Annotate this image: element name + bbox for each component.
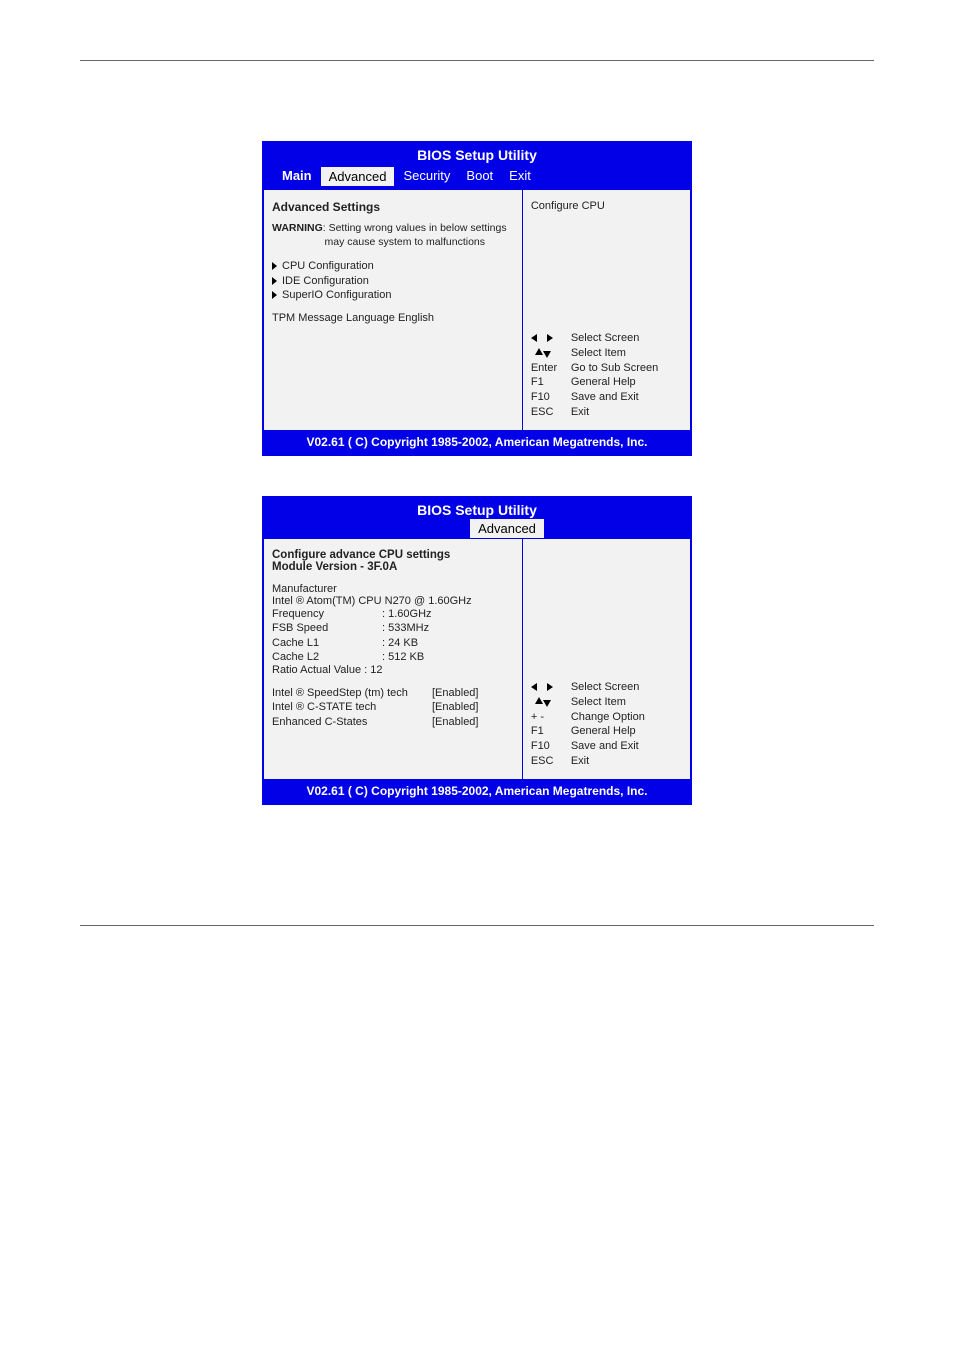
legend-key-f1: F1	[531, 375, 571, 390]
speedstep-label: Intel ® SpeedStep (tm) tech	[272, 686, 432, 700]
cpu-options-block: Intel ® SpeedStep (tm) tech [Enabled] In…	[272, 686, 514, 729]
fsb-label: FSB Speed	[272, 621, 382, 635]
legend-enter: Go to Sub Screen	[571, 361, 658, 376]
help-text: Configure CPU	[531, 200, 682, 212]
bios-body: Configure advance CPU settings Module Ve…	[264, 539, 690, 779]
bios-title: BIOS Setup Utility	[417, 502, 537, 518]
menu-item-ide[interactable]: IDE Configuration	[272, 274, 514, 288]
tab-advanced[interactable]: Advanced	[469, 518, 545, 539]
legend-f10: Save and Exit	[571, 390, 639, 405]
legend-f1: General Help	[571, 375, 636, 390]
l2-label: Cache L2	[272, 650, 382, 664]
advanced-settings-heading: Advanced Settings	[272, 200, 514, 214]
bios-left-pane: Configure advance CPU settings Module Ve…	[264, 539, 523, 779]
tab-boot[interactable]: Boot	[458, 166, 501, 187]
cpu-heading2: Module Version - 3F.0A	[272, 561, 514, 573]
l1-val: : 24 KB	[382, 636, 418, 650]
menu-label-cpu: CPU Configuration	[282, 259, 374, 273]
legend-f1: General Help	[571, 724, 636, 739]
bios-body: Advanced Settings WARNING: Setting wrong…	[264, 190, 690, 430]
horizontal-rule-bottom	[80, 925, 874, 926]
tpm-language-line: TPM Message Language English	[272, 312, 514, 324]
legend-ud: Select Item	[571, 346, 626, 361]
bios-titlebar: BIOS Setup Utility Advanced	[264, 498, 690, 539]
enhc-val: [Enabled]	[432, 715, 478, 729]
warning-line2: may cause system to malfunctions	[325, 236, 485, 248]
legend-key-esc: ESC	[531, 754, 571, 769]
enhc-label: Enhanced C-States	[272, 715, 432, 729]
bios-window-advanced: BIOS Setup Utility Main Advanced Securit…	[262, 141, 692, 456]
submenu-list: CPU Configuration IDE Configuration Supe…	[272, 259, 514, 302]
legend-esc: Exit	[571, 754, 589, 769]
arrow-up-down-icon	[531, 346, 571, 361]
bios-titlebar: BIOS Setup Utility Main Advanced Securit…	[264, 143, 690, 190]
warning-text: WARNING: Setting wrong values in below s…	[272, 222, 514, 249]
bios-title: BIOS Setup Utility	[417, 147, 537, 163]
bios-window-cpu: BIOS Setup Utility Advanced Configure ad…	[262, 496, 692, 805]
l1-label: Cache L1	[272, 636, 382, 650]
legend-lr: Select Screen	[571, 331, 639, 346]
legend-ud: Select Item	[571, 695, 626, 710]
cpu-heading1: Configure advance CPU settings	[272, 549, 514, 561]
speedstep-val: [Enabled]	[432, 686, 478, 700]
manufacturer-label: Manufacturer	[272, 583, 514, 595]
legend-key-plusminus: + -	[531, 710, 571, 725]
horizontal-rule-top	[80, 60, 874, 61]
menu-item-superio[interactable]: SuperIO Configuration	[272, 288, 514, 302]
tab-exit[interactable]: Exit	[501, 166, 539, 187]
triangle-icon	[272, 291, 277, 299]
triangle-icon	[272, 262, 277, 270]
tab-security[interactable]: Security	[395, 166, 458, 187]
cpu-name-line: Intel ® Atom(TM) CPU N270 @ 1.60GHz	[272, 595, 514, 607]
bios-tab-row: Advanced	[264, 519, 690, 539]
freq-val: : 1.60GHz	[382, 607, 432, 621]
legend-key-enter: Enter	[531, 361, 571, 376]
legend-key-f10: F10	[531, 739, 571, 754]
key-legend: Select Screen Select Item EnterGo to Sub…	[531, 331, 682, 420]
l2-val: : 512 KB	[382, 650, 424, 664]
legend-pm: Change Option	[571, 710, 645, 725]
legend-key-f1: F1	[531, 724, 571, 739]
legend-f10: Save and Exit	[571, 739, 639, 754]
tab-main[interactable]: Main	[274, 166, 320, 187]
fsb-val: : 533MHz	[382, 621, 429, 635]
bios-right-pane: Select Screen Select Item + -Change Opti…	[523, 539, 690, 779]
warning-label: WARNING	[272, 222, 323, 234]
menu-item-cpu[interactable]: CPU Configuration	[272, 259, 514, 273]
key-legend: Select Screen Select Item + -Change Opti…	[531, 680, 682, 769]
opt-cstate[interactable]: Intel ® C-STATE tech [Enabled]	[272, 700, 514, 714]
bios-tab-row: Main Advanced Security Boot Exit	[264, 164, 690, 190]
cstate-label: Intel ® C-STATE tech	[272, 700, 432, 714]
opt-enhanced-cstates[interactable]: Enhanced C-States [Enabled]	[272, 715, 514, 729]
menu-label-superio: SuperIO Configuration	[282, 288, 391, 302]
cpu-info-block: Manufacturer Intel ® Atom(TM) CPU N270 @…	[272, 583, 514, 676]
document-page: BIOS Setup Utility Main Advanced Securit…	[0, 0, 954, 986]
bios-footer: V02.61 ( C) Copyright 1985-2002, America…	[264, 430, 690, 454]
bios-footer: V02.61 ( C) Copyright 1985-2002, America…	[264, 779, 690, 803]
bios-left-pane: Advanced Settings WARNING: Setting wrong…	[264, 190, 523, 430]
freq-label: Frequency	[272, 607, 382, 621]
legend-lr: Select Screen	[571, 680, 639, 695]
legend-key-esc: ESC	[531, 405, 571, 420]
cstate-val: [Enabled]	[432, 700, 478, 714]
arrow-up-down-icon	[531, 695, 571, 710]
triangle-icon	[272, 277, 277, 285]
arrow-left-right-icon	[531, 680, 571, 695]
warning-line1: : Setting wrong values in below settings	[323, 222, 507, 234]
bios-right-pane: Configure CPU Select Screen Select Item	[523, 190, 690, 430]
arrow-left-right-icon	[531, 331, 571, 346]
tab-advanced[interactable]: Advanced	[320, 166, 396, 187]
legend-esc: Exit	[571, 405, 589, 420]
opt-speedstep[interactable]: Intel ® SpeedStep (tm) tech [Enabled]	[272, 686, 514, 700]
menu-label-ide: IDE Configuration	[282, 274, 369, 288]
legend-key-f10: F10	[531, 390, 571, 405]
ratio-line: Ratio Actual Value : 12	[272, 664, 514, 676]
